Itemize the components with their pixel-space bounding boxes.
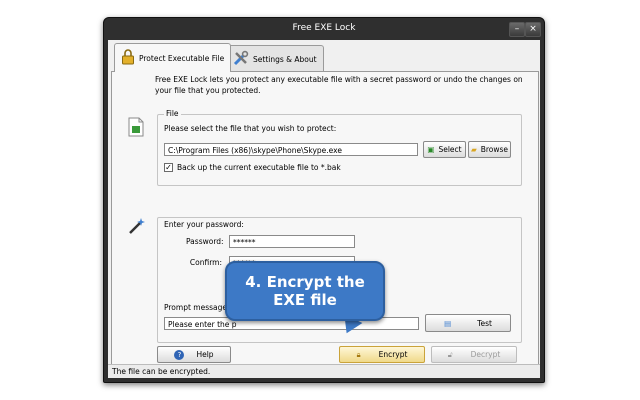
- lock-icon: 🔒︎: [356, 349, 361, 359]
- instruction-callout: 4. Encrypt the EXE file: [225, 261, 385, 321]
- tab-label: Settings & About: [253, 54, 317, 64]
- prompt-message-label: Prompt message o: [164, 303, 234, 312]
- file-path-input[interactable]: C:\Program Files (x86)\skype\Phone\Skype…: [164, 143, 418, 156]
- tab-settings-about[interactable]: Settings & About: [226, 45, 324, 72]
- encrypt-button[interactable]: 🔒︎ Encrypt: [339, 346, 425, 363]
- tab-protect-executable[interactable]: Protect Executable File: [114, 43, 232, 72]
- callout-line-2: EXE file: [273, 291, 337, 309]
- tab-label: Protect Executable File: [139, 53, 225, 63]
- help-icon: ?: [174, 349, 185, 360]
- decrypt-button[interactable]: 🔓︎ Decrypt: [431, 346, 517, 363]
- window-title: Free EXE Lock: [292, 23, 356, 33]
- exe-file-icon: [128, 117, 144, 139]
- password-input[interactable]: ******: [229, 235, 355, 248]
- test-icon: ▤: [444, 318, 452, 328]
- app-window: Free EXE Lock – × Protect Executable Fil…: [103, 17, 545, 383]
- backup-label: Back up the current executable file to *…: [177, 163, 341, 172]
- intro-text: Free EXE Lock lets you protect any execu…: [155, 75, 523, 95]
- status-bar: The file can be encrypted.: [108, 364, 540, 378]
- client-area: Protect Executable File Settings & About…: [108, 40, 540, 378]
- password-label: Password:: [186, 237, 224, 246]
- help-button[interactable]: ? Help: [157, 346, 231, 363]
- title-bar[interactable]: Free EXE Lock – ×: [104, 18, 544, 40]
- close-button[interactable]: ×: [525, 22, 541, 37]
- password-legend: Enter your password:: [164, 220, 244, 229]
- file-prompt: Please select the file that you wish to …: [164, 124, 337, 133]
- lock-icon: [121, 49, 135, 67]
- select-button[interactable]: ▣ Select: [423, 141, 466, 158]
- unlock-icon: 🔓︎: [447, 349, 453, 359]
- minimize-button[interactable]: –: [509, 22, 525, 37]
- select-icon: ▣: [427, 145, 435, 154]
- file-group: File Please select the file that you wis…: [157, 109, 522, 186]
- confirm-label: Confirm:: [189, 258, 222, 267]
- test-button[interactable]: ▤ Test: [425, 314, 511, 332]
- folder-icon: ▰: [470, 145, 477, 154]
- tools-icon: [233, 50, 249, 68]
- browse-button[interactable]: ▰ Browse: [468, 141, 511, 158]
- backup-checkbox[interactable]: ✓: [164, 163, 173, 172]
- file-legend: File: [164, 109, 181, 118]
- wand-icon: [126, 216, 146, 238]
- callout-line-1: 4. Encrypt the: [245, 273, 365, 291]
